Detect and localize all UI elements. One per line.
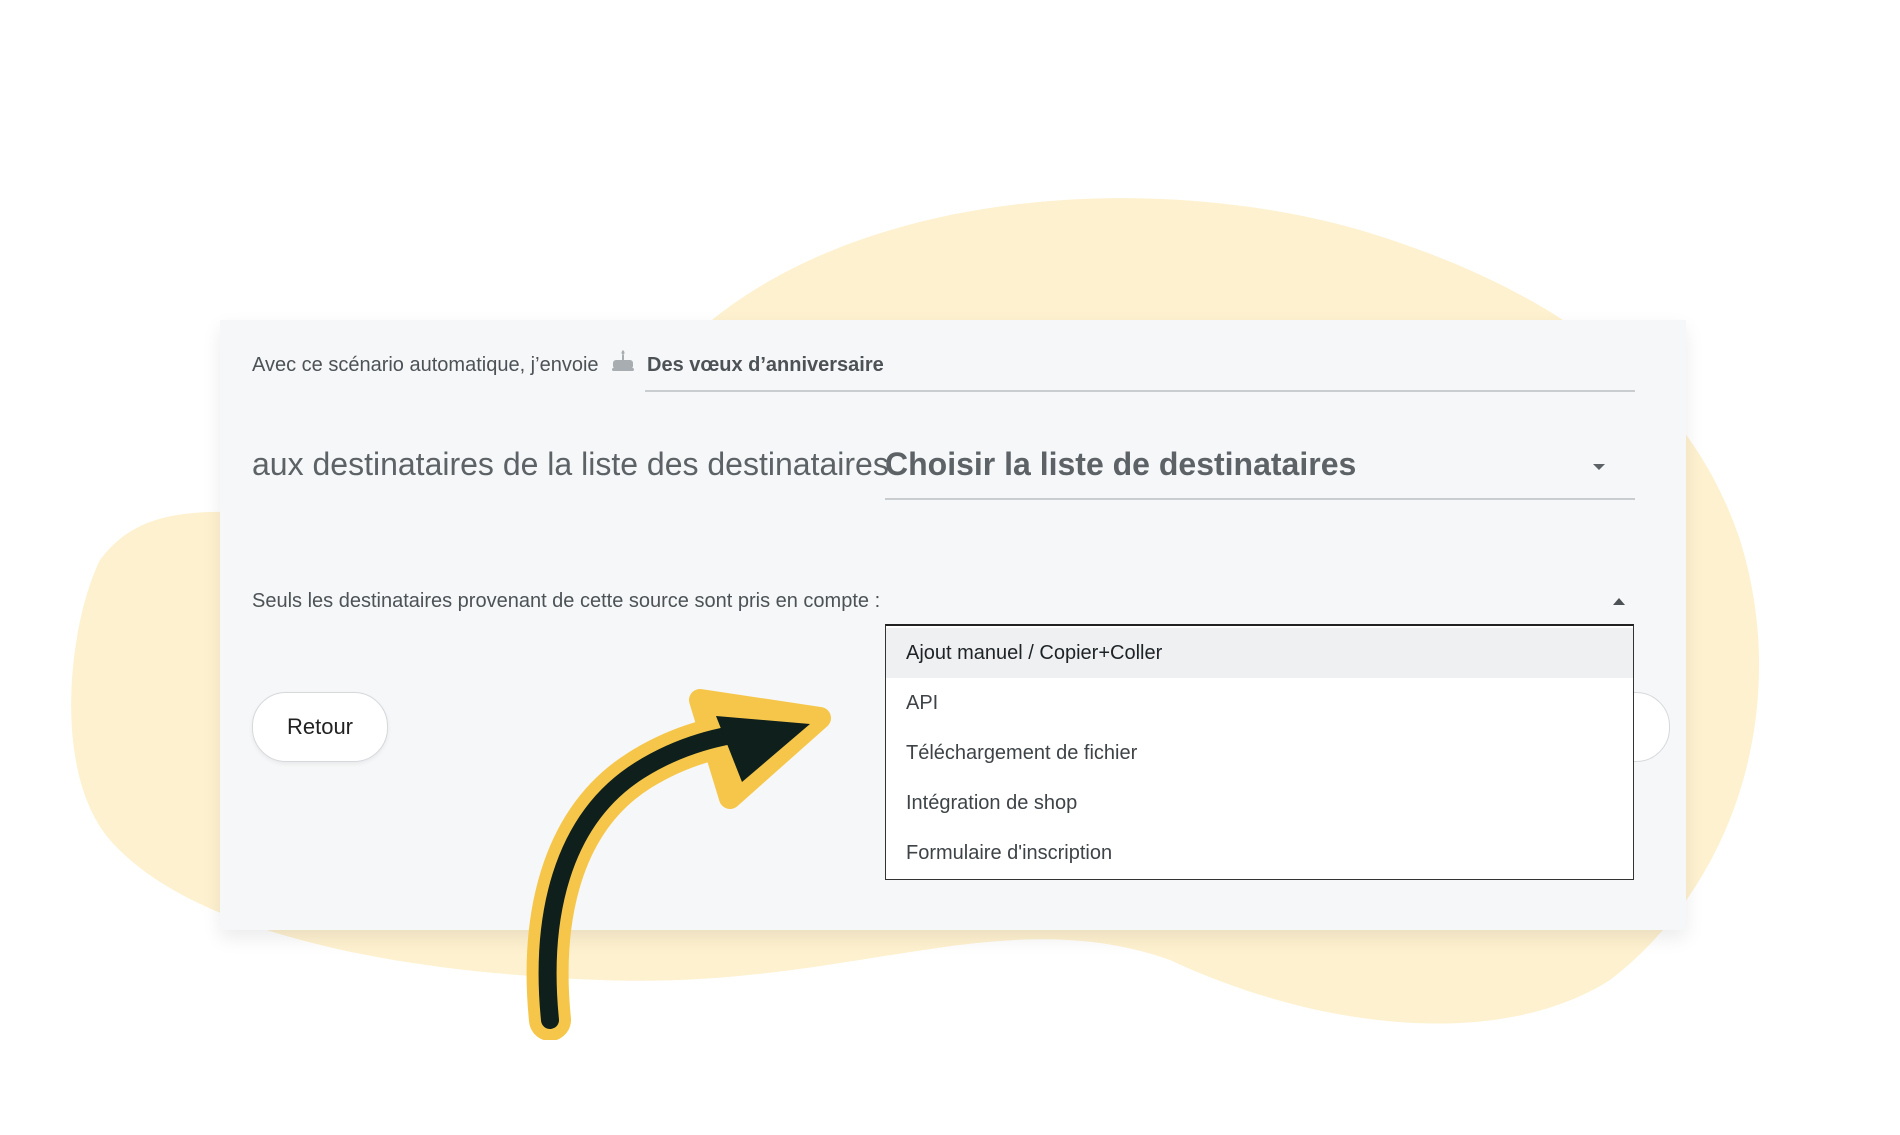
- dropdown-option[interactable]: Téléchargement de fichier: [886, 728, 1633, 778]
- dropdown-option[interactable]: Ajout manuel / Copier+Coller: [886, 628, 1633, 678]
- scenario-intro-label: Avec ce scénario automatique, j’envoie: [252, 354, 599, 376]
- dropdown-option[interactable]: Formulaire d'inscription: [886, 828, 1633, 878]
- source-dropdown[interactable]: Ajout manuel / Copier+Coller API Télécha…: [885, 624, 1634, 880]
- cake-icon: [612, 350, 634, 371]
- campaign-value: Des vœux d’anniversaire: [647, 354, 884, 376]
- recipients-label: aux destinataires de la liste des destin…: [252, 446, 889, 482]
- scenario-settings-panel: Avec ce scénario automatique, j’envoie D…: [220, 320, 1686, 930]
- pointer-arrow-icon: [526, 689, 831, 1040]
- source-label: Seuls les destinataires provenant de cet…: [252, 590, 881, 612]
- dropdown-option[interactable]: API: [886, 678, 1633, 728]
- recipient-list-placeholder: Choisir la liste de destinataires: [885, 446, 1357, 482]
- dropdown-option[interactable]: Intégration de shop: [886, 778, 1633, 828]
- chevron-down-icon: [1593, 464, 1605, 470]
- chevron-up-icon[interactable]: [1613, 598, 1625, 605]
- campaign-field[interactable]: Des vœux d’anniversaire: [645, 346, 1635, 392]
- back-button[interactable]: Retour: [252, 692, 388, 762]
- recipient-list-select[interactable]: Choisir la liste de destinataires: [885, 436, 1635, 500]
